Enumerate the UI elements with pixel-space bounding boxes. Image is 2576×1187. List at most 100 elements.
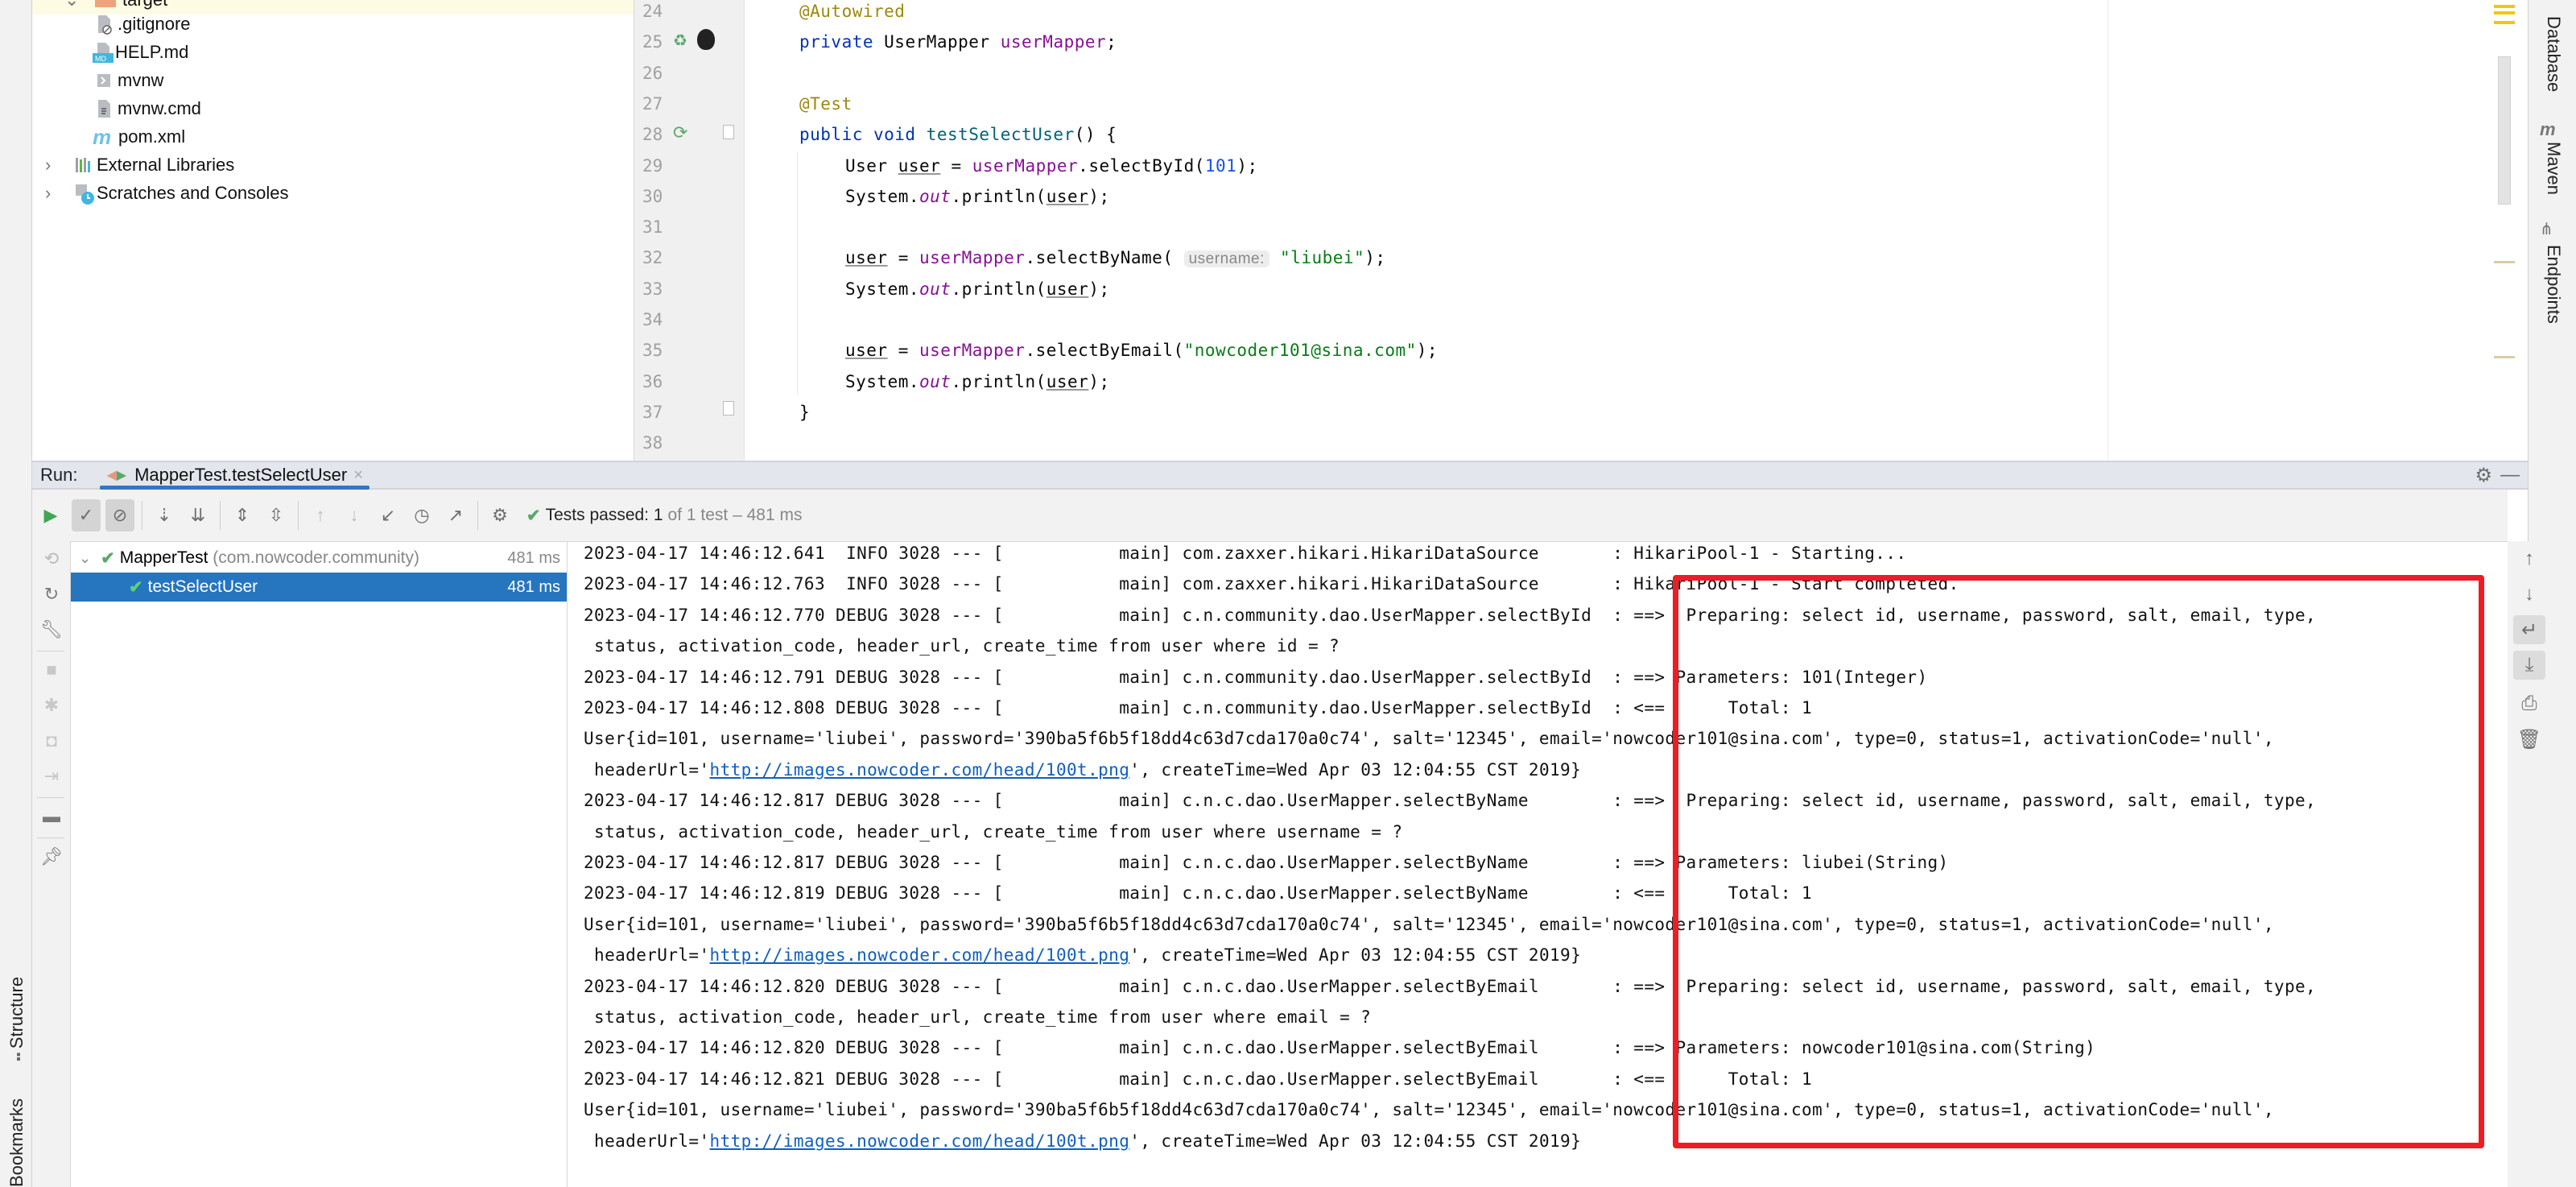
run-test-gutter-icon[interactable]: ⟳ [673, 122, 687, 143]
line-number: 33 [642, 279, 663, 299]
code-token: testSelectUser [926, 125, 1075, 145]
scroll-mark [2494, 356, 2515, 358]
tree-item-external-libraries[interactable]: › External Libraries [32, 151, 634, 180]
test-results-tree: ⌄ ✔ MapperTest (com.nowcoder.community) … [71, 541, 568, 1187]
collapse-all-button[interactable]: ⇳ [262, 499, 291, 531]
soft-wrap-icon[interactable]: ↵ [2513, 615, 2545, 644]
sort-by-duration-button[interactable]: ⇊ [184, 499, 213, 531]
structure-tool-tab[interactable]: ▪▪ Structure [6, 977, 27, 1061]
export-results-button[interactable]: ↗ [441, 499, 470, 531]
login-icon[interactable]: ⇥ [40, 765, 63, 788]
code-token: .println( [951, 371, 1046, 391]
gear-icon[interactable]: ⚙ [2475, 464, 2492, 487]
code-token: 101 [1204, 155, 1237, 176]
code-editor[interactable]: ♻ ⟳ 24 @Autowired 25 private UserMapper use… [634, 0, 2528, 461]
endpoints-tab-label: Endpoints [2544, 245, 2564, 324]
header-url-link[interactable]: http://images.nowcoder.com/head/100t.png [710, 760, 1130, 780]
rerun-button[interactable]: ▶ [35, 499, 67, 531]
test-case-row[interactable]: ✔ testSelectUser 481 ms [71, 573, 567, 602]
code-line: private UserMapper userMapper; [799, 32, 1117, 52]
print-icon[interactable]: ⎙ [2513, 689, 2545, 718]
trash-icon[interactable]: 🗑︎ [2513, 725, 2545, 754]
tree-item-scratches[interactable]: › Scratches and Consoles [32, 179, 634, 208]
code-token: "nowcoder101@sina.com" [1183, 341, 1417, 361]
endpoints-tool-tab[interactable]: Endpoints [2543, 245, 2564, 324]
expand-all-button[interactable]: ⇕ [228, 499, 257, 531]
import-tests-button[interactable]: ↙ [374, 499, 402, 531]
minimize-icon[interactable]: — [2500, 464, 2520, 486]
tree-item-label: External Libraries [97, 155, 235, 175]
line-number: 32 [642, 248, 663, 268]
show-passed-toggle[interactable]: ✓ [72, 499, 101, 531]
scroll-up-icon[interactable]: ↑ [2513, 544, 2545, 573]
header-url-link[interactable]: http://images.nowcoder.com/head/100t.png [710, 945, 1130, 965]
tree-item-gitignore[interactable]: .gitignore [32, 10, 634, 39]
run-side-toolbar: ⟲ ↻ 🔧︎ ■ ✱ ◘ ⇥ ▬ 📌︎ [32, 541, 71, 1187]
line-number: 25 [642, 32, 663, 52]
tests-status: ✔ Tests passed: 1 of 1 test – 481 ms [526, 506, 802, 526]
pin-icon[interactable]: 📌︎ [40, 846, 63, 868]
fold-marker-icon[interactable] [723, 125, 734, 139]
test-run-icon: ◀▶ [106, 469, 127, 482]
code-token: out [919, 186, 952, 206]
test-history-button[interactable]: ◷ [407, 499, 436, 531]
debug-icon[interactable]: ✱ [40, 694, 63, 717]
mybatis-mapper-icon[interactable] [697, 29, 715, 50]
endpoints-icon: ⋔ [2540, 221, 2553, 238]
code-token: "liubei" [1280, 248, 1365, 268]
scroll-down-icon[interactable]: ↓ [2513, 580, 2545, 609]
code-token: public void [799, 125, 927, 145]
code-token: = [940, 155, 972, 176]
maven-file-icon: m [93, 125, 112, 149]
run-panel-header: Run: ◀▶ MapperTest.testSelectUser × ⚙ — [32, 461, 2528, 490]
chevron-down-icon[interactable]: ⌄ [79, 550, 91, 567]
tree-item-mvnw-cmd[interactable]: mvnw.cmd [32, 94, 634, 123]
code-token: = [887, 248, 920, 268]
console-text: ', createTime=Wed Apr 03 12:04:55 CST 20… [1129, 1131, 1582, 1151]
next-failed-button[interactable]: ↓ [340, 499, 369, 531]
tree-item-label: mvnw [118, 70, 164, 90]
chevron-right-icon[interactable]: › [45, 155, 51, 176]
tree-item-help-md[interactable]: MD HELP.md [32, 38, 634, 67]
bookmarks-tool-tab[interactable]: Bookmarks [6, 1098, 27, 1187]
layout-icon[interactable]: ▬ [40, 805, 63, 828]
code-token: userMapper [1000, 32, 1107, 52]
test-suite-name: MapperTest [119, 548, 208, 567]
close-icon[interactable]: × [353, 466, 363, 485]
editor-scrollbar-thumb[interactable] [2498, 56, 2511, 205]
run-tab[interactable]: ◀▶ MapperTest.testSelectUser × [100, 462, 370, 490]
console-text: headerUrl=' [584, 759, 710, 780]
header-url-link[interactable]: http://images.nowcoder.com/head/100t.png [710, 1131, 1130, 1151]
line-number: 30 [642, 186, 663, 206]
fold-marker-icon[interactable] [723, 401, 734, 416]
wrench-icon[interactable]: 🔧︎ [40, 618, 63, 641]
code-token: ; [1106, 32, 1117, 52]
pass-check-icon: ✔ [129, 577, 143, 597]
camera-icon[interactable]: ◘ [40, 730, 63, 752]
bookmarks-tab-label: Bookmarks [6, 1098, 27, 1187]
sort-alphabetically-button[interactable]: ⇣ [150, 499, 179, 531]
spring-bean-icon[interactable]: ♻ [673, 31, 687, 51]
line-number: 34 [642, 310, 663, 329]
code-token: System. [845, 186, 920, 206]
previous-failed-button[interactable]: ↑ [306, 499, 335, 531]
editor-right-margin [2107, 0, 2108, 461]
database-tool-tab[interactable]: Database [2543, 16, 2564, 92]
settings-gear-icon[interactable]: ⚙ [485, 499, 514, 531]
scroll-to-end-icon[interactable]: ⤓ [2513, 651, 2545, 680]
tree-item-mvnw[interactable]: mvnw [32, 66, 634, 95]
toggle-auto-test-icon[interactable]: ↻ [40, 583, 63, 606]
console-line: 2023-04-17 14:46:12.819 DEBUG 3028 --- [… [584, 883, 1813, 904]
console-line: 2023-04-17 14:46:12.641 INFO 3028 --- [ … [584, 544, 1907, 563]
tree-item-label: pom.xml [118, 126, 186, 147]
rerun-failed-icon[interactable]: ⟲ [40, 548, 63, 570]
code-token: System. [845, 279, 920, 299]
code-token: .selectByEmail( [1025, 341, 1184, 361]
svg-text:MD: MD [95, 55, 106, 63]
maven-tool-tab[interactable]: Maven [2543, 142, 2564, 195]
tree-item-pom-xml[interactable]: m pom.xml [32, 122, 634, 151]
show-ignored-toggle[interactable]: ⊘ [105, 499, 134, 531]
test-suite-row[interactable]: ⌄ ✔ MapperTest (com.nowcoder.community) … [71, 544, 567, 573]
stop-icon[interactable]: ■ [40, 659, 63, 681]
chevron-right-icon[interactable]: › [45, 183, 51, 204]
